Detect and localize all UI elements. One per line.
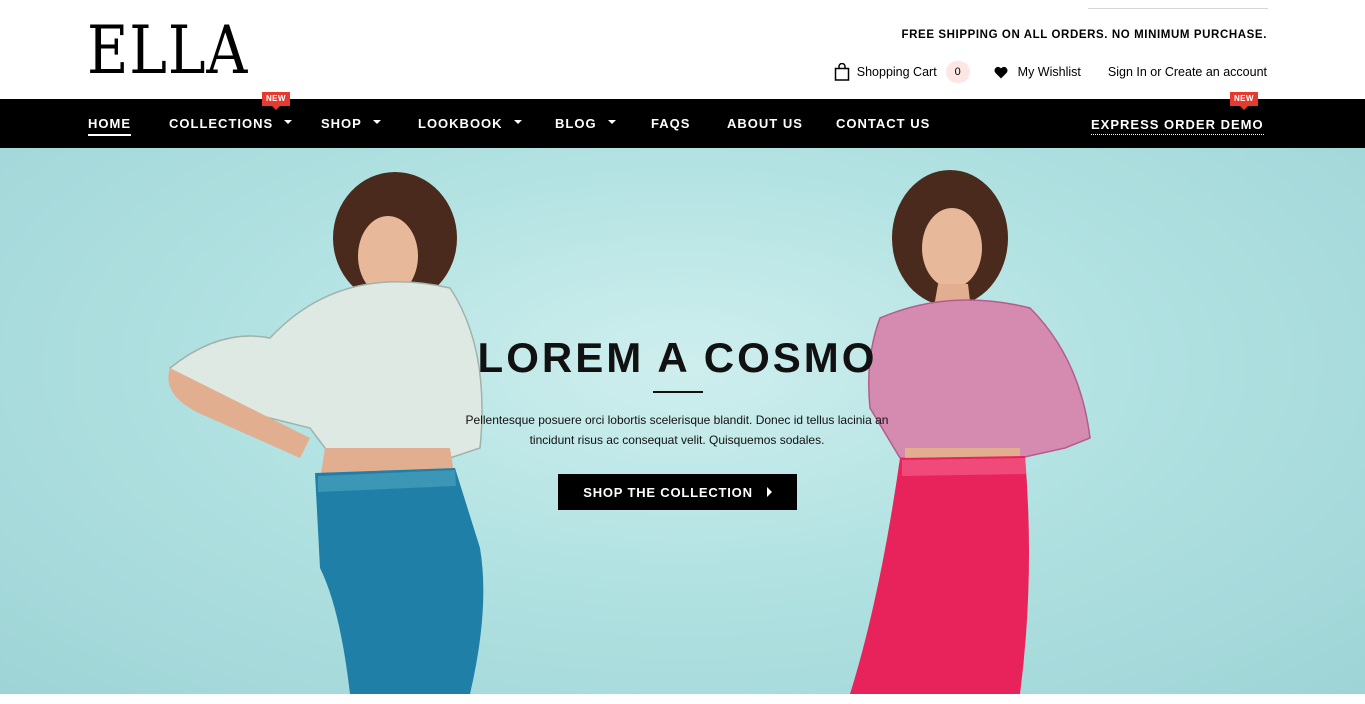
nav-item-lookbook[interactable]: LOOKBOOK <box>418 99 522 148</box>
nav-item-label: ABOUT US <box>727 116 803 131</box>
new-badge: NEW <box>262 92 290 110</box>
nav-item-shop[interactable]: SHOP <box>321 99 381 148</box>
search-field-edge[interactable] <box>1088 0 1268 9</box>
nav-item-faqs[interactable]: FAQS <box>651 99 690 148</box>
nav-item-label: BLOG <box>555 116 597 131</box>
signin-link[interactable]: Sign In or Create an account <box>1108 65 1267 79</box>
wishlist-link[interactable]: My Wishlist <box>970 65 1081 79</box>
nav-item-label: COLLECTIONS <box>169 116 274 131</box>
logo[interactable]: ELLA <box>87 18 248 84</box>
new-badge: NEW <box>1230 92 1258 110</box>
hero-title: LOREM A COSMO <box>477 334 878 381</box>
hero-description: Pellentesque posuere orci lobortis scele… <box>465 413 889 447</box>
nav-item-label: FAQS <box>651 116 691 131</box>
nav-item-label: LOOKBOOK <box>418 116 503 131</box>
shop-collection-label: SHOP THE COLLECTION <box>583 484 753 500</box>
wishlist-label: My Wishlist <box>1017 65 1081 79</box>
main-nav: HOME COLLECTIONS NEW SHOP LOOKBOOK BLOG … <box>0 92 1365 148</box>
caret-down-icon <box>284 120 293 124</box>
nav-item-express-order[interactable]: EXPRESS ORDER DEMO NEW <box>1091 92 1264 148</box>
promo-text: FREE SHIPPING ON ALL ORDERS. NO MINIMUM … <box>901 29 1267 41</box>
cart-count-badge: 0 <box>945 61 970 83</box>
nav-item-label: HOME <box>88 116 131 136</box>
nav-item-home[interactable]: HOME <box>88 99 131 148</box>
nav-item-contact-us[interactable]: CONTACT US <box>836 99 930 148</box>
nav-item-about-us[interactable]: ABOUT US <box>727 99 803 148</box>
nav-item-label: SHOP <box>321 116 362 131</box>
arrow-right-icon <box>766 487 772 497</box>
shopping-bag-icon <box>834 63 849 81</box>
caret-down-icon <box>372 120 381 124</box>
nav-item-blog[interactable]: BLOG <box>555 99 616 148</box>
site-header: ELLA FREE SHIPPING ON ALL ORDERS. NO MIN… <box>0 0 1365 99</box>
header-links: Shopping Cart 0 My Wishlist Sign In or C… <box>834 60 1267 84</box>
nav-item-collections[interactable]: COLLECTIONS NEW <box>169 92 293 148</box>
heart-icon <box>994 66 1008 78</box>
shop-collection-button[interactable]: SHOP THE COLLECTION <box>558 474 797 510</box>
hero-divider <box>653 391 703 393</box>
caret-down-icon <box>607 120 616 124</box>
shopping-cart-link[interactable]: Shopping Cart 0 <box>834 61 970 83</box>
hero-banner: LOREM A COSMO Pellentesque posuere orci … <box>0 148 1365 694</box>
nav-item-label: CONTACT US <box>836 116 931 131</box>
shopping-cart-label: Shopping Cart <box>856 65 937 79</box>
nav-item-label: EXPRESS ORDER DEMO <box>1091 117 1264 135</box>
caret-down-icon <box>513 120 522 124</box>
